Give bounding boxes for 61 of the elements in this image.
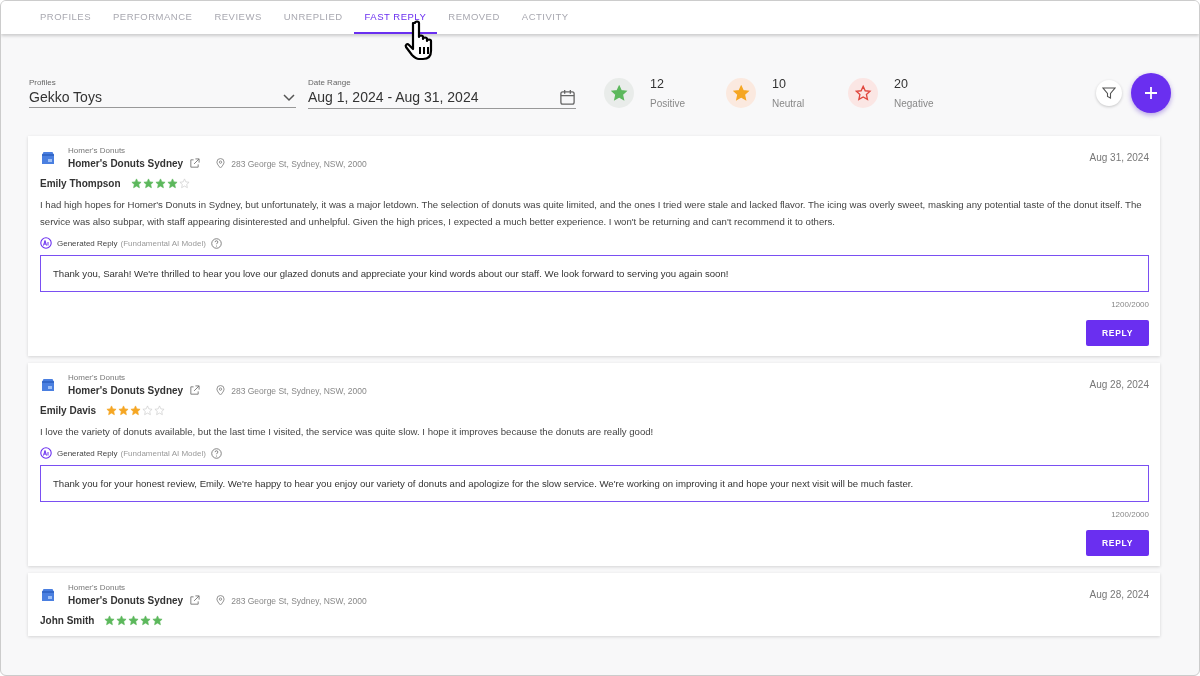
date-range-field[interactable]: Date Range Aug 1, 2024 - Aug 31, 2024 [308,77,576,109]
star-icon [178,178,190,189]
location-pin-icon [216,595,226,606]
location-name: Homer's Donuts Sydney [68,595,184,606]
reviewer-name: Emily Thompson [40,178,121,189]
reply-label: Generated Reply [57,238,118,248]
stat-label: Positive [650,98,685,109]
filter-icon [1102,86,1116,100]
field-value: Aug 1, 2024 - Aug 31, 2024 [308,89,479,105]
review-date: Aug 28, 2024 [1089,589,1149,600]
stat-label: Negative [894,98,934,109]
store-icon [40,376,56,393]
address: 283 George St, Sydney, NSW, 2000 [231,158,367,169]
review-text: I love the variety of donuts available, but the last time I visited, the service was quite slow. I hope it improves because the donuts are really good! [40,425,655,439]
character-counter: 1200/2000 [1111,300,1149,309]
external-link-icon[interactable] [189,158,201,169]
store-icon [40,586,56,603]
star-icon [154,405,166,416]
stat-label: Neutral [772,98,805,109]
help-icon[interactable] [210,447,222,459]
brand-name: Homer's Donuts [68,583,127,592]
review-text: I had high hopes for Homer's Donuts in Sydney, but unfortunately, it was a major letdown. The selection of donuts was quite limited, and the ones I tried were stale and lacked flavor. The icing was overly sweet, masking any potential taste of the donut itself. The service was also subpar, with staff appearing disinterested and unhelpful. Given the high prices, I expected a much better experience. I won't be returning and can't recommend it to others. [40,198,1143,229]
calendar-icon [559,88,576,106]
location-pin-icon [216,385,226,396]
reply-button[interactable]: REPLY [1086,320,1149,346]
external-link-icon[interactable] [189,595,201,606]
plus-icon [1143,85,1159,101]
location-name: Homer's Donuts Sydney [68,385,184,396]
add-button[interactable] [1131,73,1171,113]
location-pin-icon [216,158,226,169]
reviewer-name: John Smith [40,615,95,626]
store-icon [40,149,56,166]
reply-label: Generated Reply [57,448,118,458]
profiles-dropdown[interactable]: Profiles Gekko Toys [29,78,296,108]
field-label: Date Range [308,77,352,87]
reply-button[interactable]: REPLY [1086,530,1149,556]
external-link-icon[interactable] [189,385,201,396]
reply-field[interactable]: Thank you for your honest review, Emily. We're happy to hear you enjoy our variety of donuts and apologize for the slow service. We're working on improving it and hope your next visit will be much faster. [40,465,1149,502]
character-counter: 1200/2000 [1111,510,1149,519]
location-name: Homer's Donuts Sydney [68,158,184,169]
filter-button[interactable] [1096,80,1122,106]
address: 283 George St, Sydney, NSW, 2000 [231,595,367,606]
address: 283 George St, Sydney, NSW, 2000 [231,385,367,396]
ai-icon [40,447,52,459]
help-icon[interactable] [210,237,222,249]
field-value: Gekko Toys [29,89,102,105]
stat-count: 20 [894,77,909,91]
stat-count: 12 [650,77,665,91]
review-date: Aug 31, 2024 [1089,152,1149,163]
reply-field[interactable]: Thank you, Sarah! We're thrilled to hear you love our glazed donuts and appreciate your kind words about our staff. We look forward to serving you again soon! [40,255,1149,292]
review-date: Aug 28, 2024 [1089,379,1149,390]
brand-name: Homer's Donuts [68,373,127,382]
brand-name: Homer's Donuts [68,146,127,155]
star-icon [142,405,154,416]
ai-icon [40,237,52,249]
field-label: Profiles [29,78,57,87]
chevron-down-icon [282,92,296,102]
model-name: (Fundamental AI Model) [120,238,206,248]
stat-count: 10 [772,77,787,91]
reviewer-name: Emily Davis [40,405,97,416]
model-name: (Fundamental AI Model) [120,448,206,458]
